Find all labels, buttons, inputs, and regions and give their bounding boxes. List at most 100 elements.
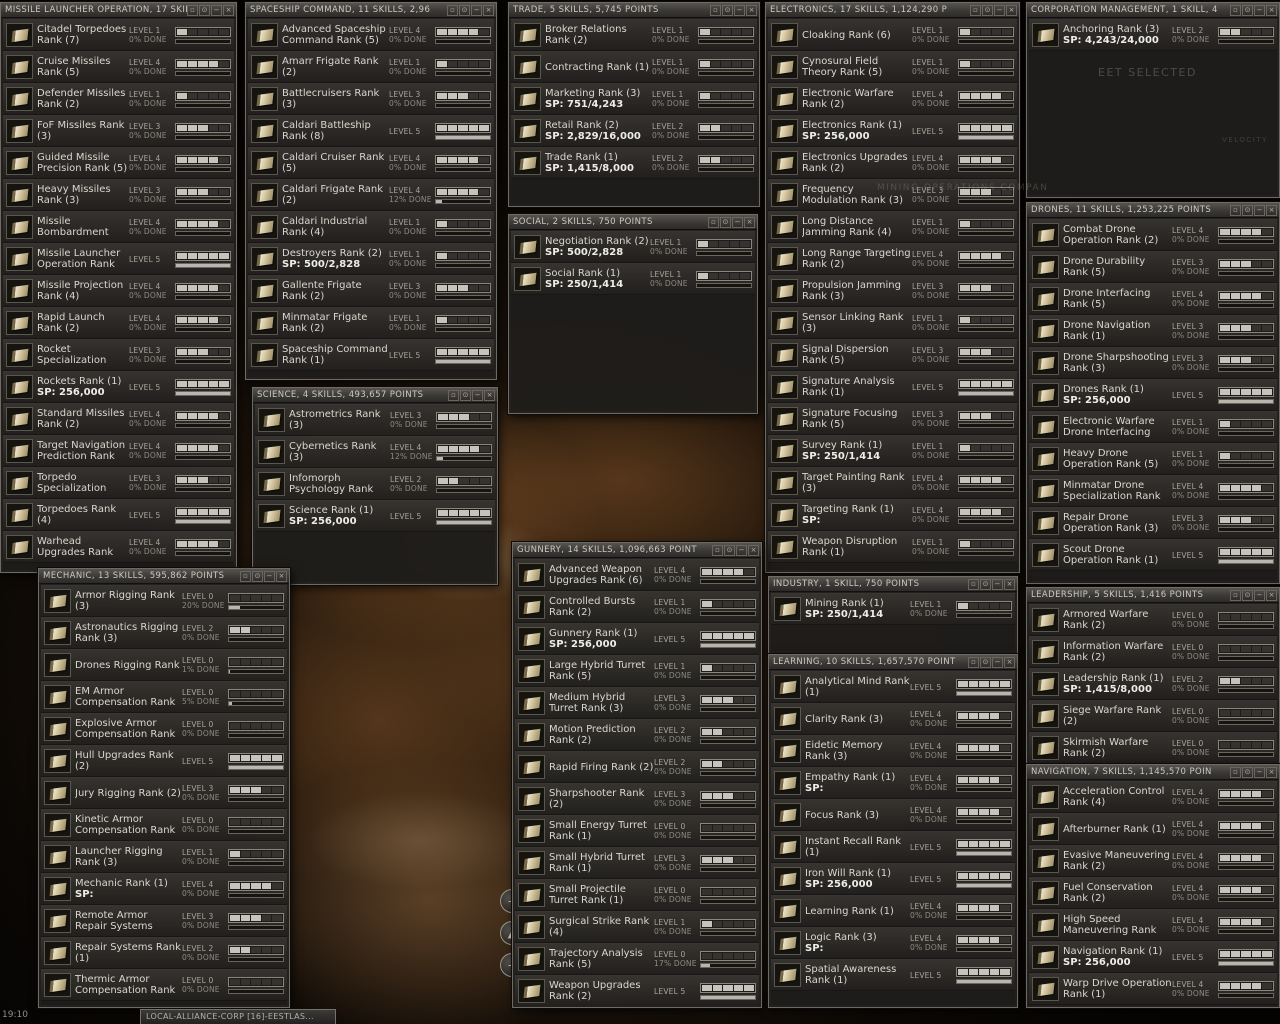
- skill-row[interactable]: Anchoring Rank (3) SP: 4,243/24,000 LEVEL …: [1029, 19, 1277, 51]
- close-button[interactable]: ×: [1266, 589, 1277, 601]
- compact-button[interactable]: ⊙: [199, 4, 210, 16]
- compact-button[interactable]: ⊙: [460, 389, 471, 401]
- minimize-button[interactable]: −: [472, 389, 483, 401]
- window-titlebar[interactable]: SOCIAL, 2 SKILLS, 750 POINTS ▫ ⊙ − ×: [509, 215, 757, 230]
- skill-row[interactable]: Weapon Disruption Rank (1) LEVEL 1 0% DONE: [768, 531, 1017, 563]
- skill-row[interactable]: Information Warfare Rank (2) LEVEL 0 0% DO…: [1029, 636, 1277, 668]
- window-titlebar[interactable]: MISSILE LAUNCHER OPERATION, 17 SKIL ▫ ⊙ − ×: [1, 3, 236, 18]
- skill-row[interactable]: Afterburner Rank (1) LEVEL 4 0% DONE: [1029, 813, 1277, 845]
- minimize-button[interactable]: −: [1254, 4, 1265, 16]
- skill-row[interactable]: Contracting Rank (1) LEVEL 1 0% DONE: [511, 51, 757, 83]
- compact-button[interactable]: ⊙: [252, 570, 263, 582]
- skill-row[interactable]: Sharpshooter Rank (2) LEVEL 3 0% DONE: [515, 783, 759, 815]
- skill-row[interactable]: Hull Upgrades Rank (2) LEVEL 5: [41, 745, 287, 777]
- skill-row[interactable]: Missile Launcher Operation Rank (1)LEVEL…: [3, 243, 234, 275]
- compact-button[interactable]: ⊙: [1242, 766, 1253, 778]
- window-titlebar[interactable]: CORPORATION MANAGEMENT, 1 SKILL, 4 ▫ ⊙ − ×: [1027, 3, 1279, 18]
- skill-row[interactable]: Electronics Upgrades Rank (2) LEVEL 4 0% D…: [768, 147, 1017, 179]
- skill-row[interactable]: Empathy Rank (1) SP: LEVEL 4 0% DONE: [771, 767, 1015, 799]
- skill-row[interactable]: Small Hybrid Turret Rank (1) LEVEL 3 0% DO…: [515, 847, 759, 879]
- skill-row[interactable]: Drone Durability Rank (5) LEVEL 3 0% DONE: [1029, 251, 1277, 283]
- skill-row[interactable]: Electronic Warfare Drone Interfacing LEVE…: [1029, 411, 1277, 443]
- skill-row[interactable]: Combat Drone Operation Rank (2) LEVEL 4 0%…: [1029, 219, 1277, 251]
- skill-row[interactable]: Marketing Rank (3) SP: 751/4,243 LEVEL 1 0%…: [511, 83, 757, 115]
- skill-row[interactable]: Thermic Armor Compensation Rank LEVEL 0 0%…: [41, 969, 287, 1001]
- skill-row[interactable]: Fuel Conservation Rank (2) LEVEL 4 0% DONE: [1029, 877, 1277, 909]
- skill-row[interactable]: Trajectory Analysis Rank (5) LEVEL 0 17% D…: [515, 943, 759, 975]
- skill-row[interactable]: Cruise Missiles Rank (5) LEVEL 4 0% DONE: [3, 51, 234, 83]
- skill-row[interactable]: Social Rank (1) SP: 250/1,414 LEVEL 1 0% DO…: [511, 263, 755, 295]
- close-button[interactable]: ×: [483, 4, 494, 16]
- skill-row[interactable]: Explosive Armor Compensation Rank LEVEL 0…: [41, 713, 287, 745]
- compact-button[interactable]: ⊙: [980, 656, 991, 668]
- skill-row[interactable]: Electronic Warfare Rank (2) LEVEL 4 0% DON…: [768, 83, 1017, 115]
- pin-button[interactable]: ▫: [710, 4, 721, 16]
- window-titlebar[interactable]: TRADE, 5 SKILLS, 5,745 POINTS ▫ ⊙ − ×: [509, 3, 759, 18]
- skill-row[interactable]: Repair Systems Rank (1) LEVEL 2 0% DONE: [41, 937, 287, 969]
- close-button[interactable]: ×: [1004, 656, 1015, 668]
- window-titlebar[interactable]: SCIENCE, 4 SKILLS, 493,657 POINTS ▫ ⊙ − ×: [253, 388, 497, 403]
- skill-row[interactable]: Navigation Rank (1) SP: 256,000 LEVEL 5: [1029, 941, 1277, 973]
- window-titlebar[interactable]: INDUSTRY, 1 SKILL, 750 POINTS ▫ ⊙ − ×: [769, 577, 1017, 592]
- compact-button[interactable]: ⊙: [724, 544, 735, 556]
- skill-row[interactable]: Large Hybrid Turret Rank (5) LEVEL 1 0% DO…: [515, 655, 759, 687]
- skill-row[interactable]: Gallente Frigate Rank (2) LEVEL 3 0% DONE: [248, 275, 494, 307]
- skill-row[interactable]: Drone Interfacing Rank (5) LEVEL 4 0% DONE: [1029, 283, 1277, 315]
- minimize-button[interactable]: −: [211, 4, 222, 16]
- skill-row[interactable]: Signal Dispersion Rank (5) LEVEL 3 0% DONE: [768, 339, 1017, 371]
- skill-row[interactable]: Torpedo Specialization RankLEVEL 30% DON…: [3, 467, 234, 499]
- minimize-button[interactable]: −: [992, 656, 1003, 668]
- pin-button[interactable]: ▫: [448, 389, 459, 401]
- window-titlebar[interactable]: LEARNING, 10 SKILLS, 1,657,570 POINT ▫ ⊙ − ×: [769, 655, 1017, 670]
- minimize-button[interactable]: −: [732, 216, 743, 228]
- pin-button[interactable]: ▫: [970, 4, 981, 16]
- skill-row[interactable]: Rocket Specialization Rank (3)LEVEL 30% …: [3, 339, 234, 371]
- skill-row[interactable]: Survey Rank (1) SP: 250/1,414 LEVEL 1 0% DO…: [768, 435, 1017, 467]
- skill-row[interactable]: Skirmish Warfare Rank (2) LEVEL 0 0% DONE: [1029, 732, 1277, 761]
- skill-row[interactable]: Focus Rank (3) LEVEL 4 0% DONE: [771, 799, 1015, 831]
- skill-row[interactable]: Siege Warfare Rank (2) LEVEL 0 0% DONE: [1029, 700, 1277, 732]
- skill-row[interactable]: Spatial Awareness Rank (1) LEVEL 5: [771, 959, 1015, 991]
- skill-row[interactable]: Broker Relations Rank (2) LEVEL 1 0% DONE: [511, 19, 757, 51]
- skill-row[interactable]: Jury Rigging Rank (2) LEVEL 3 0% DONE: [41, 777, 287, 809]
- close-button[interactable]: ×: [1006, 4, 1017, 16]
- skill-row[interactable]: Motion Prediction Rank (2) LEVEL 2 0% DONE: [515, 719, 759, 751]
- minimize-button[interactable]: −: [1254, 766, 1265, 778]
- skill-row[interactable]: Minmatar Frigate Rank (2) LEVEL 1 0% DONE: [248, 307, 494, 339]
- skill-row[interactable]: Heavy Drone Operation Rank (5) LEVEL 1 0% …: [1029, 443, 1277, 475]
- window-titlebar[interactable]: MECHANIC, 13 SKILLS, 595,862 POINTS ▫ ⊙ − ×: [39, 569, 289, 584]
- skill-row[interactable]: Spaceship Command Rank (1) LEVEL 5: [248, 339, 494, 371]
- skill-row[interactable]: Repair Drone Operation Rank (3) LEVEL 3 0%…: [1029, 507, 1277, 539]
- skill-row[interactable]: Caldari Frigate Rank (2) LEVEL 4 12% DONE: [248, 179, 494, 211]
- minimize-button[interactable]: −: [734, 4, 745, 16]
- skill-row[interactable]: Amarr Frigate Rank (2) LEVEL 1 0% DONE: [248, 51, 494, 83]
- pin-button[interactable]: ▫: [187, 4, 198, 16]
- skill-row[interactable]: Astrometrics Rank (3) LEVEL 3 0% DONE: [255, 404, 495, 436]
- close-button[interactable]: ×: [276, 570, 287, 582]
- skill-row[interactable]: Rockets Rank (1) SP: 256,000 LEVEL 5: [3, 371, 234, 403]
- pin-button[interactable]: ▫: [968, 656, 979, 668]
- pin-button[interactable]: ▫: [447, 4, 458, 16]
- minimize-button[interactable]: −: [992, 578, 1003, 590]
- skill-row[interactable]: Scout Drone Operation Rank (1) LEVEL 5: [1029, 539, 1277, 571]
- skill-row[interactable]: Propulsion Jamming Rank (3) LEVEL 3 0% DON…: [768, 275, 1017, 307]
- close-button[interactable]: ×: [484, 389, 495, 401]
- compact-button[interactable]: ⊙: [720, 216, 731, 228]
- skill-row[interactable]: Infomorph Psychology Rank LEVEL 2 0% DONE: [255, 468, 495, 500]
- skill-row[interactable]: Small Energy Turret Rank (1) LEVEL 0 0% DO…: [515, 815, 759, 847]
- skill-row[interactable]: Leadership Rank (1) SP: 1,415/8,000 LEVEL …: [1029, 668, 1277, 700]
- close-button[interactable]: ×: [1266, 766, 1277, 778]
- skill-row[interactable]: Sensor Linking Rank (3) LEVEL 1 0% DONE: [768, 307, 1017, 339]
- window-titlebar[interactable]: SPACESHIP COMMAND, 11 SKILLS, 2,96 ▫ ⊙ − ×: [246, 3, 496, 18]
- skill-row[interactable]: Drones Rank (1) SP: 256,000 LEVEL 5: [1029, 379, 1277, 411]
- close-button[interactable]: ×: [746, 4, 757, 16]
- pin-button[interactable]: ▫: [1230, 589, 1241, 601]
- skill-row[interactable]: Learning Rank (1) LEVEL 4 0% DONE: [771, 895, 1015, 927]
- skill-row[interactable]: Cynosural Field Theory Rank (5) LEVEL 1 0%…: [768, 51, 1017, 83]
- close-button[interactable]: ×: [1266, 204, 1277, 216]
- minimize-button[interactable]: −: [1254, 204, 1265, 216]
- skill-row[interactable]: Torpedoes Rank (4)SP: 1,024,000LEVEL 5: [3, 499, 234, 531]
- skill-row[interactable]: EM Armor Compensation Rank LEVEL 0 5% DONE: [41, 681, 287, 713]
- skill-row[interactable]: Standard Missiles Rank (2) LEVEL 4 0% DONE: [3, 403, 234, 435]
- close-button[interactable]: ×: [744, 216, 755, 228]
